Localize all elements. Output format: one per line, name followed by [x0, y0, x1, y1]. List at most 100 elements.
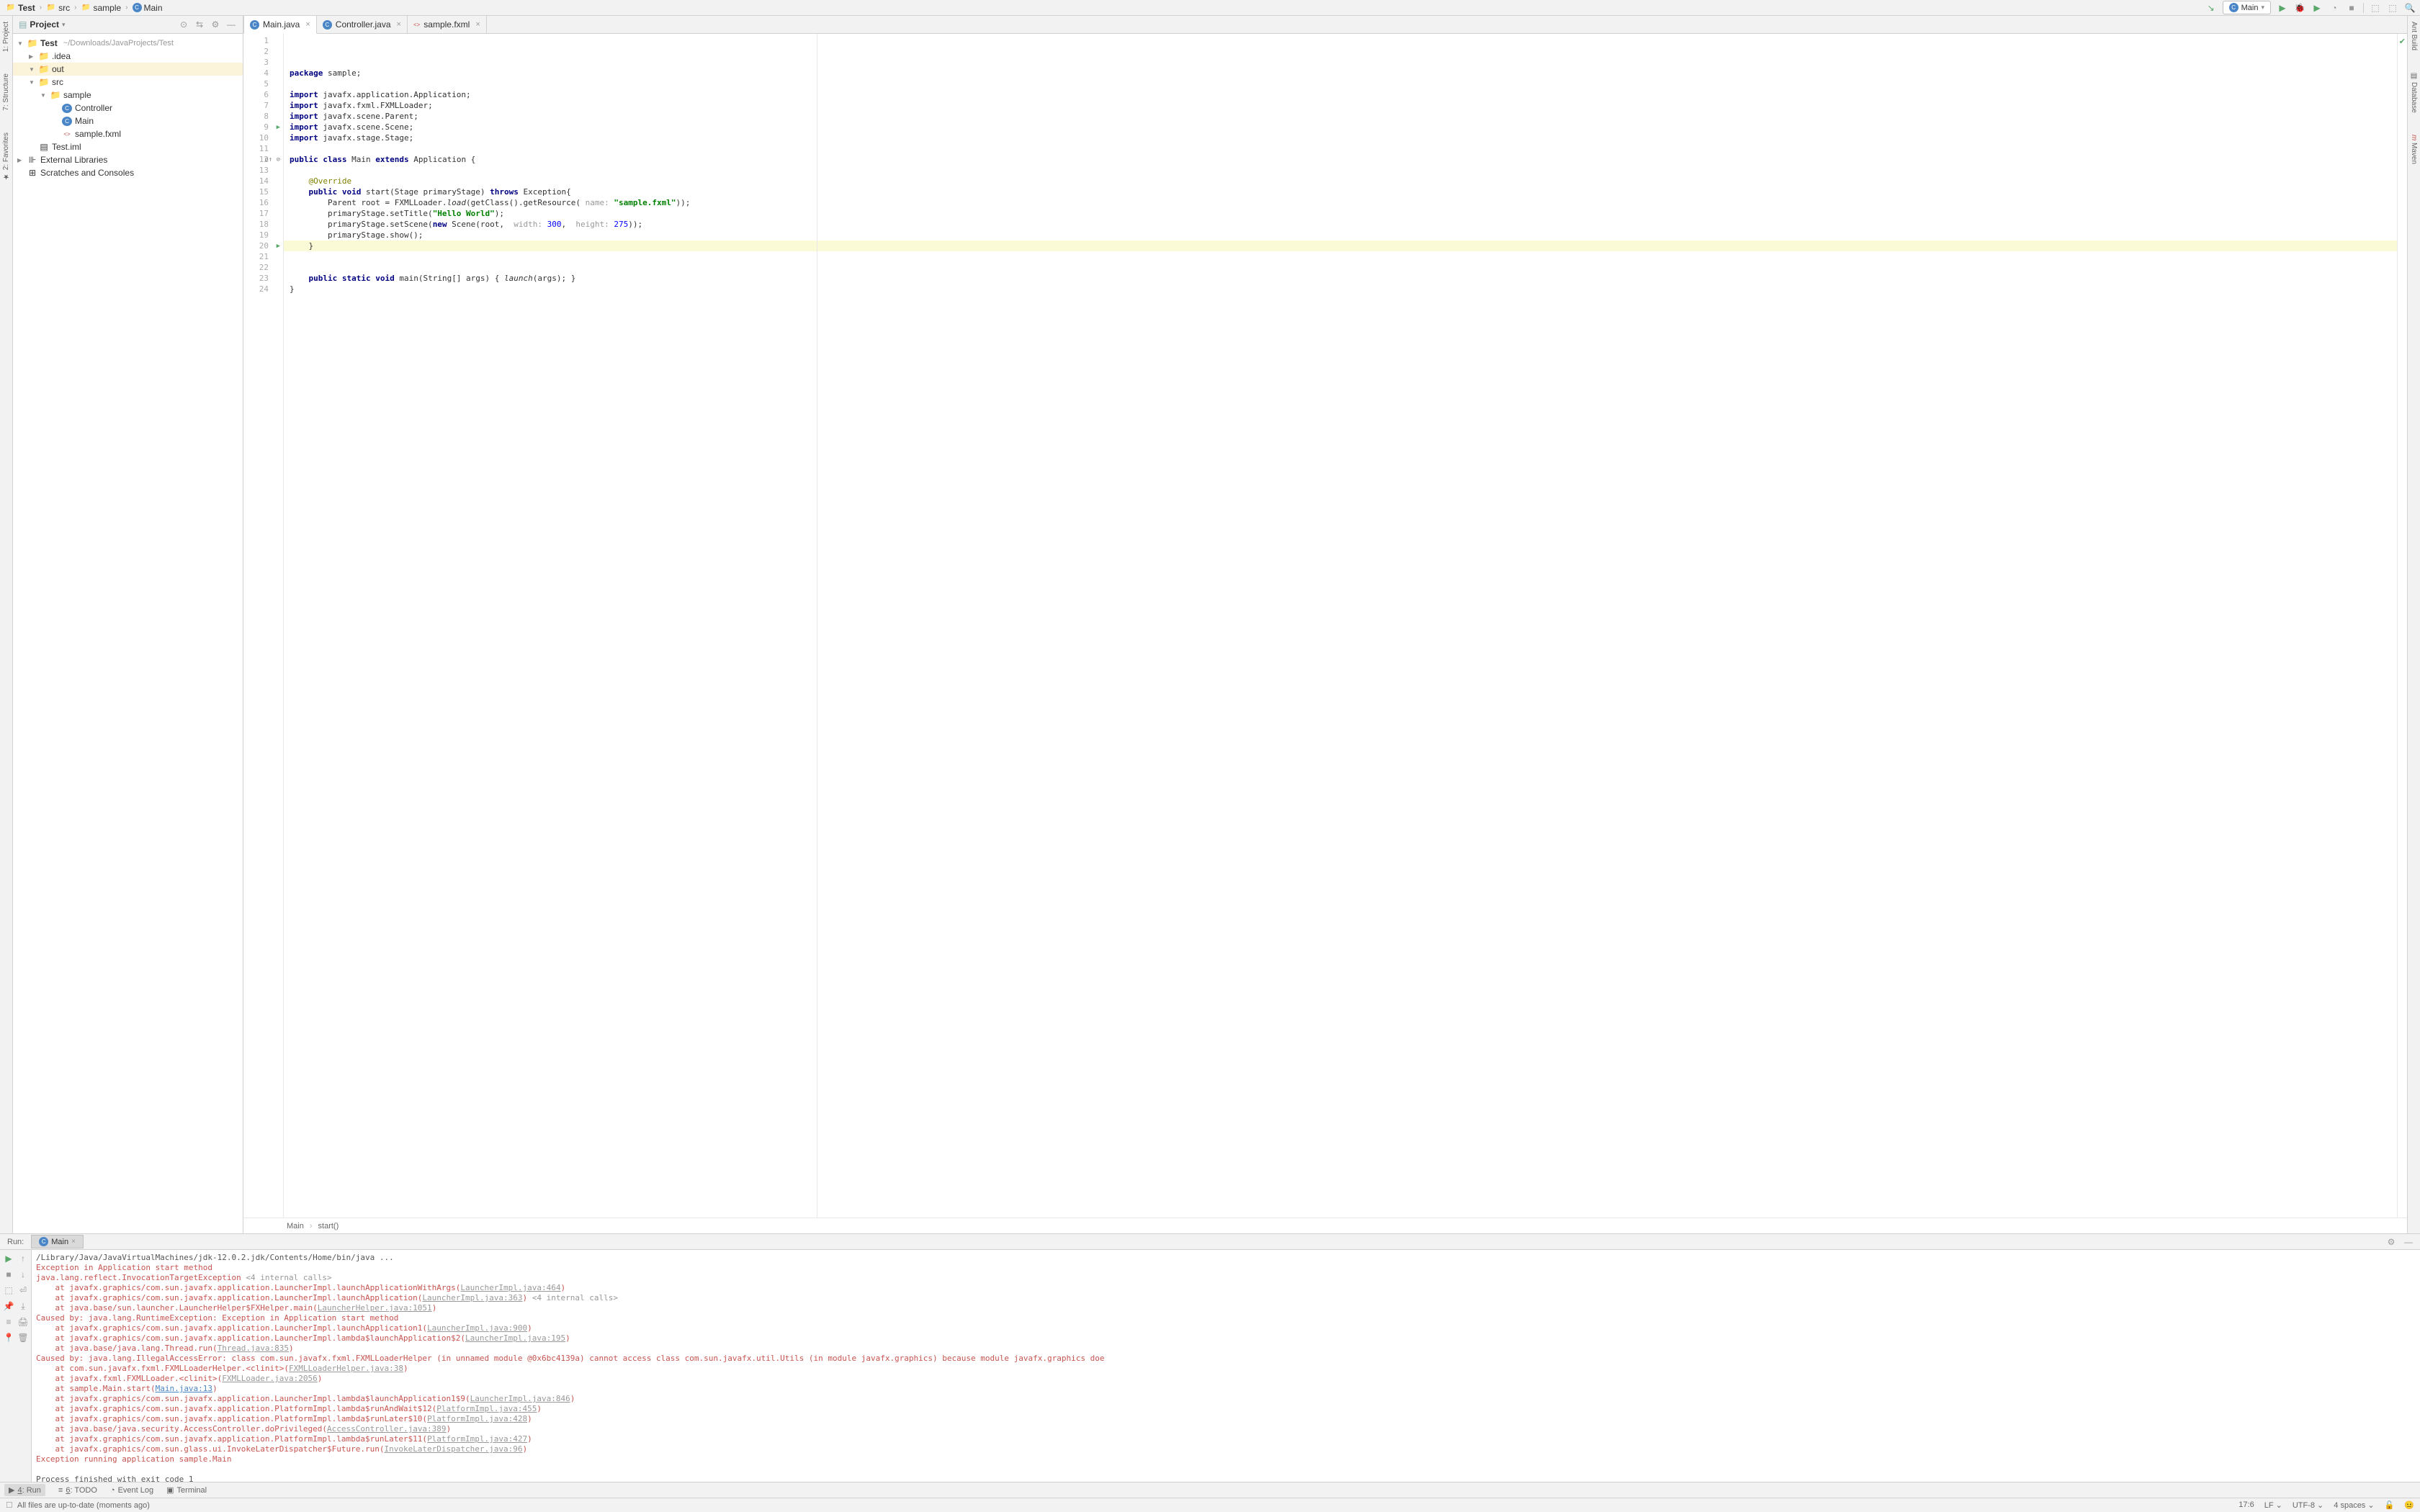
inspection-indicator-icon[interactable]: 😐	[2404, 1500, 2414, 1510]
editor-marker-column[interactable]: ✔	[2397, 34, 2407, 1218]
code-line[interactable]: public void start(Stage primaryStage) th…	[290, 186, 2391, 197]
settings-icon[interactable]: ⚙	[210, 19, 221, 30]
debug-icon[interactable]: 🐞	[2294, 2, 2305, 14]
breadcrumb-item[interactable]: 📁Test	[4, 2, 37, 14]
indent-setting[interactable]: 4 spaces ⌄	[2334, 1500, 2374, 1510]
bottom-tool-eventlog[interactable]: ◔Event Log	[110, 1486, 153, 1495]
sidebar-tool-ant[interactable]: Ant Build	[2410, 22, 2418, 50]
close-icon[interactable]: ×	[305, 20, 310, 29]
print-icon[interactable]: 🖨	[16, 1315, 30, 1329]
scroll-to-end-icon[interactable]: ⤓	[16, 1299, 30, 1313]
code-line[interactable]: public class Main extends Application {	[290, 154, 2391, 165]
line-number[interactable]: 22	[243, 262, 283, 273]
bottom-tool-terminal[interactable]: ▣Terminal	[166, 1485, 207, 1495]
sidebar-tool-favorites[interactable]: ★2: Favorites	[2, 132, 10, 180]
code-line[interactable]: primaryStage.show();	[290, 230, 2391, 240]
hide-panel-icon[interactable]: —	[225, 19, 237, 30]
run-with-coverage-icon[interactable]: ▶	[2311, 2, 2323, 14]
code-line[interactable]	[290, 305, 2391, 316]
line-number[interactable]: 11	[243, 143, 283, 154]
line-number[interactable]: 24	[243, 284, 283, 294]
breadcrumb-method[interactable]: start()	[318, 1222, 339, 1230]
run-icon[interactable]: ▶	[2277, 2, 2288, 14]
code-line[interactable]: Parent root = FXMLLoader.load(getClass()…	[290, 197, 2391, 208]
line-number[interactable]: 19	[243, 230, 283, 240]
commit-icon[interactable]: ⬚	[2387, 2, 2398, 14]
breadcrumb-class[interactable]: Main	[287, 1222, 304, 1230]
dropdown-arrow-icon[interactable]: ▾	[62, 21, 66, 29]
breadcrumb-item[interactable]: CMain	[131, 2, 164, 14]
code-line[interactable]: primaryStage.setScene(new Scene(root, wi…	[290, 219, 2391, 230]
line-number[interactable]: 14	[243, 176, 283, 186]
tree-item[interactable]: CMain	[13, 114, 243, 127]
code-line[interactable]: @Override	[290, 176, 2391, 186]
line-number[interactable]: 15	[243, 186, 283, 197]
tree-arrow-icon[interactable]: ▼	[17, 40, 24, 47]
code-line[interactable]	[290, 78, 2391, 89]
code-line[interactable]: public static void main(String[] args) {…	[290, 273, 2391, 284]
tree-arrow-icon[interactable]: ▼	[29, 79, 36, 86]
close-icon[interactable]: ×	[475, 20, 480, 29]
up-trace-icon[interactable]: ↑	[16, 1251, 30, 1266]
run-line-icon[interactable]: ▶	[277, 243, 280, 250]
override-marker-icon[interactable]: o↑ ⊘	[264, 156, 280, 163]
code-line[interactable]	[290, 262, 2391, 273]
code-line[interactable]: import javafx.scene.Scene;	[290, 122, 2391, 132]
line-number[interactable]: 8	[243, 111, 283, 122]
line-number[interactable]: 23	[243, 273, 283, 284]
sidebar-tool-project[interactable]: 1: Project	[2, 22, 10, 52]
tree-arrow-icon[interactable]: ▼	[29, 66, 36, 73]
tree-arrow-icon[interactable]: ▶	[17, 157, 24, 163]
line-number[interactable]: 7	[243, 100, 283, 111]
run-line-icon[interactable]: ▶	[277, 124, 280, 131]
tree-item[interactable]: ▶📁.idea	[13, 50, 243, 63]
line-separator[interactable]: LF ⌄	[2264, 1500, 2282, 1510]
line-number[interactable]: 17	[243, 208, 283, 219]
tree-item[interactable]: ▼📁Test~/Downloads/JavaProjects/Test	[13, 37, 243, 50]
code-line[interactable]	[290, 165, 2391, 176]
update-project-icon[interactable]: ⬚	[2370, 2, 2381, 14]
hide-run-panel-icon[interactable]: —	[2403, 1236, 2414, 1248]
tree-item[interactable]: ▶⊪External Libraries	[13, 153, 243, 166]
tree-arrow-icon[interactable]: ▶	[29, 53, 36, 60]
editor-tab[interactable]: CController.java×	[316, 16, 408, 33]
editor-gutter[interactable]: 123456789▶101112o↑ ⊘1314151617181920▶212…	[243, 34, 284, 1218]
close-icon[interactable]: ×	[71, 1238, 76, 1246]
line-number[interactable]: 2	[243, 46, 283, 57]
project-tree[interactable]: ▼📁Test~/Downloads/JavaProjects/Test▶📁.id…	[13, 34, 243, 1233]
pin-tab-icon[interactable]: 📍	[1, 1331, 16, 1345]
select-opened-file-icon[interactable]: ⊙	[178, 19, 189, 30]
line-number[interactable]: 20▶	[243, 240, 283, 251]
line-number[interactable]: 6	[243, 89, 283, 100]
tree-item[interactable]: ▤Test.iml	[13, 140, 243, 153]
code-line[interactable]: import javafx.stage.Stage;	[290, 132, 2391, 143]
line-number[interactable]: 9▶	[243, 122, 283, 132]
tree-item[interactable]: ▼📁out	[13, 63, 243, 76]
tree-arrow-icon[interactable]: ▼	[40, 92, 48, 99]
profile-icon[interactable]: ◔	[2329, 2, 2340, 14]
line-number[interactable]: 3	[243, 57, 283, 68]
editor-tab[interactable]: <>sample.fxml×	[407, 16, 487, 33]
bottom-tool-run[interactable]: ▶4: Run	[4, 1484, 45, 1496]
restore-layout-icon[interactable]: ⬚	[1, 1283, 16, 1297]
line-number[interactable]: 10	[243, 132, 283, 143]
run-tab-main[interactable]: C Main ×	[31, 1235, 84, 1248]
rerun-icon[interactable]: ▶	[1, 1251, 16, 1266]
build-icon[interactable]: ↘	[2205, 2, 2217, 14]
stop-icon[interactable]: ■	[1, 1267, 16, 1282]
line-number[interactable]: 21	[243, 251, 283, 262]
run-config-selector[interactable]: C Main ▾	[2223, 1, 2271, 14]
cursor-position[interactable]: 17:6	[2238, 1500, 2254, 1510]
line-number[interactable]: 1	[243, 35, 283, 46]
line-number[interactable]: 4	[243, 68, 283, 78]
code-line[interactable]	[290, 251, 2391, 262]
tree-item[interactable]: CController	[13, 102, 243, 114]
code-line[interactable]	[290, 143, 2391, 154]
sidebar-tool-structure[interactable]: 7: Structure	[2, 73, 10, 111]
breadcrumb-item[interactable]: 📁sample	[79, 2, 122, 14]
clear-all-icon[interactable]: 🗑	[16, 1331, 30, 1345]
down-trace-icon[interactable]: ↓	[16, 1267, 30, 1282]
search-everywhere-icon[interactable]: 🔍	[2404, 2, 2416, 14]
line-number[interactable]: 13	[243, 165, 283, 176]
console-output[interactable]: /Library/Java/JavaVirtualMachines/jdk-12…	[32, 1250, 2420, 1482]
